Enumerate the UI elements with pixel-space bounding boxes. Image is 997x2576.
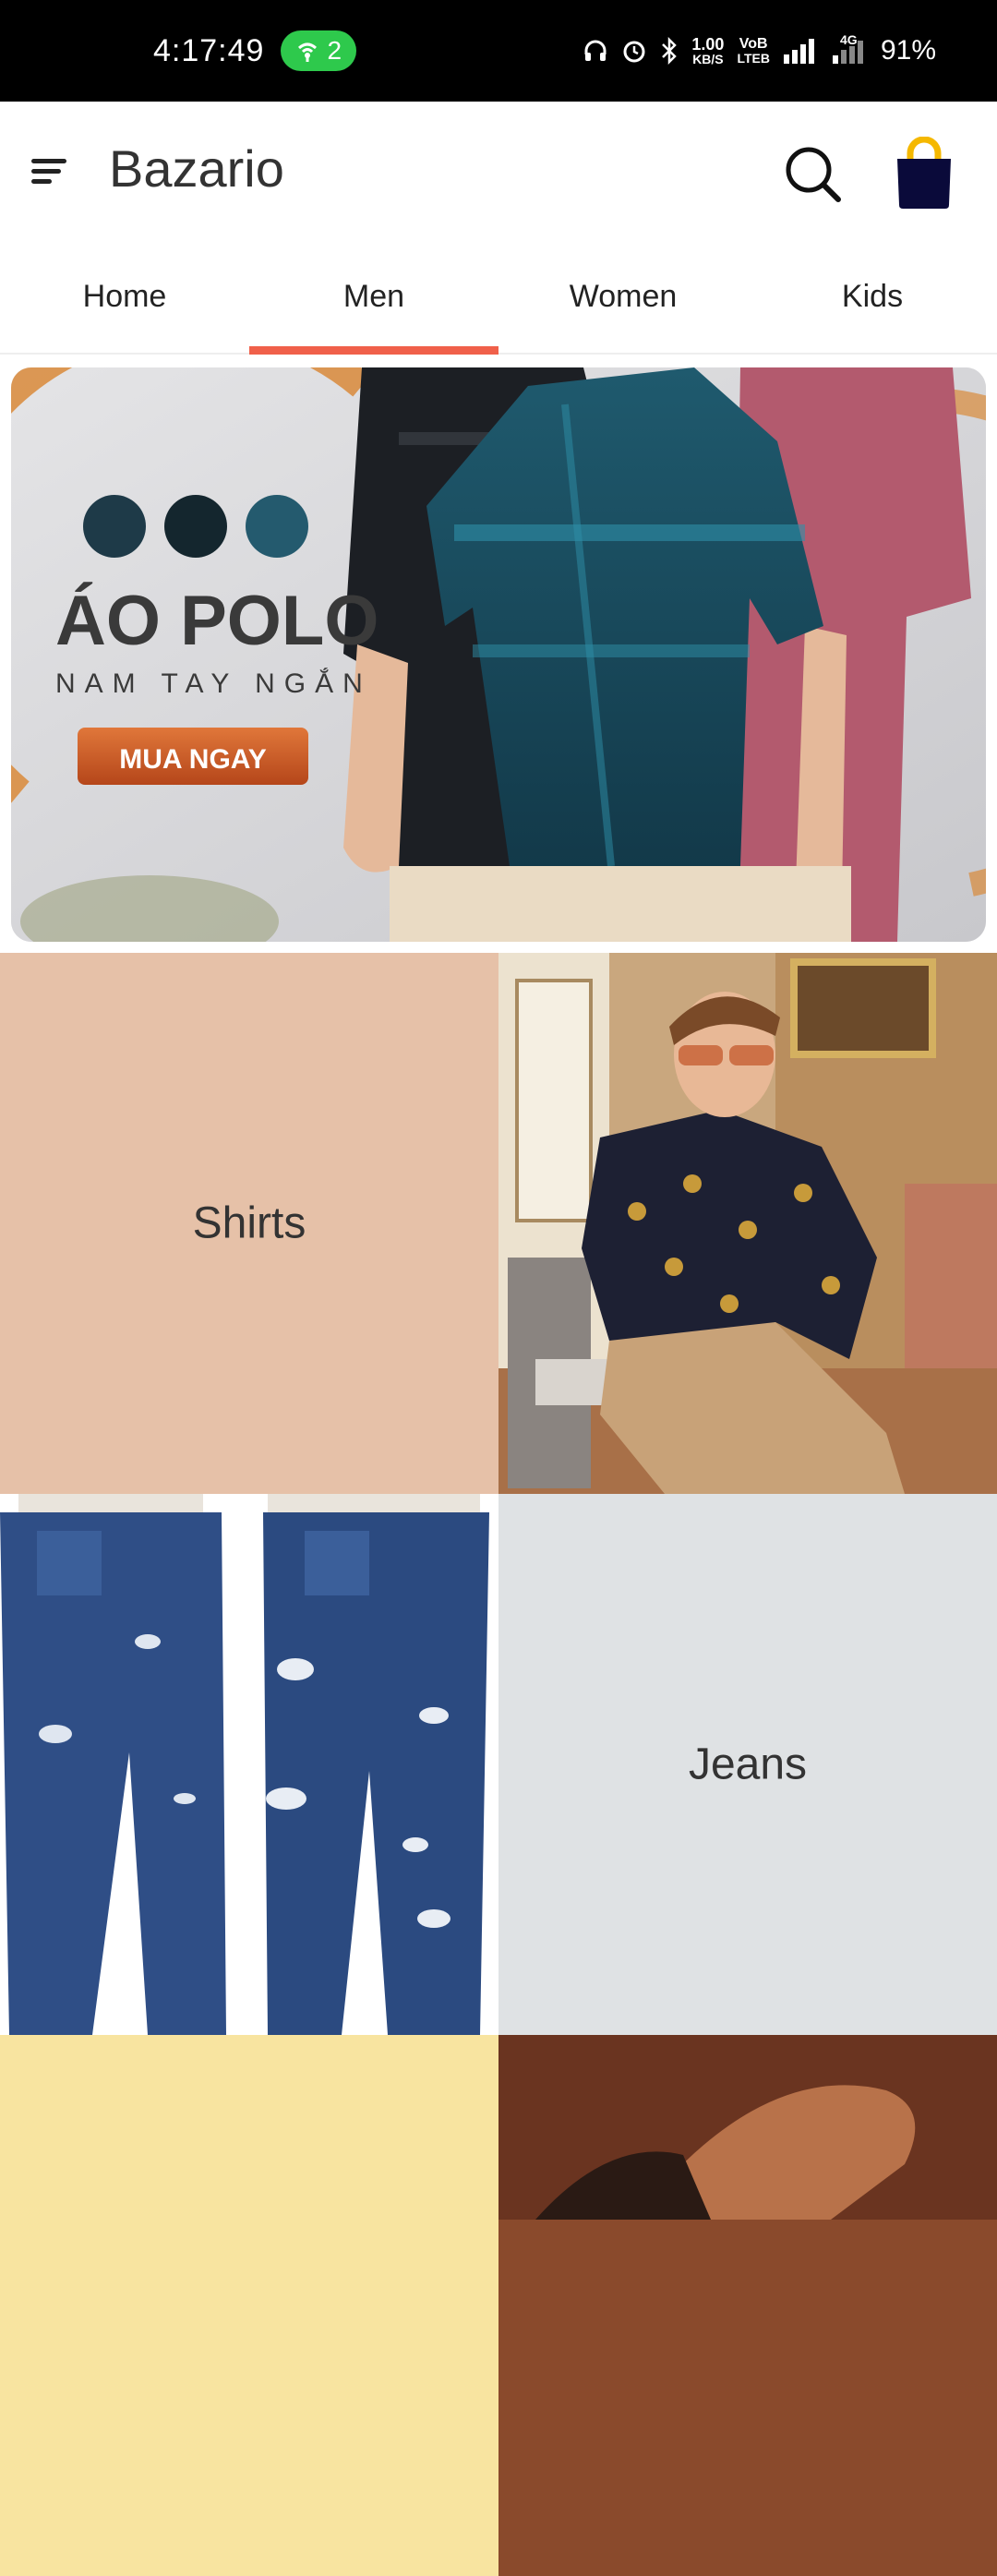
category-label-shirts: Shirts: [192, 1198, 306, 1248]
headphones-icon: [584, 40, 607, 61]
banner-title: ÁO POLO: [55, 582, 378, 660]
tab-kids[interactable]: Kids: [748, 249, 997, 353]
category-grid: Shirts Jeans: [0, 953, 997, 2576]
status-time: 4:17:49: [153, 32, 265, 68]
promo-banner[interactable]: ÁO POLO NAM TAY NGẮN MUA NGAY: [11, 367, 986, 942]
hotspot-badge: 2: [281, 30, 357, 71]
signal-4g-icon: 4G: [831, 33, 868, 65]
category-image-shirts[interactable]: [498, 953, 997, 1494]
network-speed: 1.00 KB/S: [691, 35, 725, 66]
category-tile-shirts[interactable]: Shirts: [0, 953, 498, 1494]
alarm-icon: [623, 41, 645, 63]
hotspot-count: 2: [327, 36, 342, 65]
banner-subtitle: NAM TAY NGẮN: [55, 668, 372, 699]
banner-image: ÁO POLO NAM TAY NGẮN MUA NGAY: [11, 367, 986, 942]
bluetooth-icon: [662, 37, 678, 65]
shopping-bag-icon: [897, 136, 951, 209]
tab-home[interactable]: Home: [0, 249, 249, 353]
category-tile-shoes[interactable]: [0, 2035, 498, 2576]
tab-men[interactable]: Men: [249, 249, 498, 355]
category-tabs: Home Men Women Kids: [0, 249, 997, 355]
status-bar: 4:17:49 2 1.00 KB/S VoB LTEB 4G 91%: [0, 0, 997, 102]
menu-button[interactable]: [28, 148, 72, 192]
tab-women[interactable]: Women: [498, 249, 748, 353]
category-image-jeans[interactable]: [0, 1494, 498, 2035]
hotspot-icon: [298, 42, 318, 62]
app-title: Bazario: [109, 139, 284, 198]
search-icon: [786, 147, 841, 202]
category-image-shoes[interactable]: [498, 2035, 997, 2576]
signal-icon: [783, 39, 814, 64]
menu-icon: [31, 159, 66, 163]
volte-indicator: VoB LTEB: [737, 36, 770, 66]
search-button[interactable]: [781, 142, 846, 207]
banner-cta-label: MUA NGAY: [119, 744, 266, 775]
category-tile-jeans[interactable]: Jeans: [498, 1494, 997, 2035]
app-bar: Bazario: [0, 102, 997, 249]
battery-level: 91%: [880, 35, 936, 66]
category-label-jeans: Jeans: [688, 1739, 808, 1789]
cart-button[interactable]: [892, 136, 956, 211]
